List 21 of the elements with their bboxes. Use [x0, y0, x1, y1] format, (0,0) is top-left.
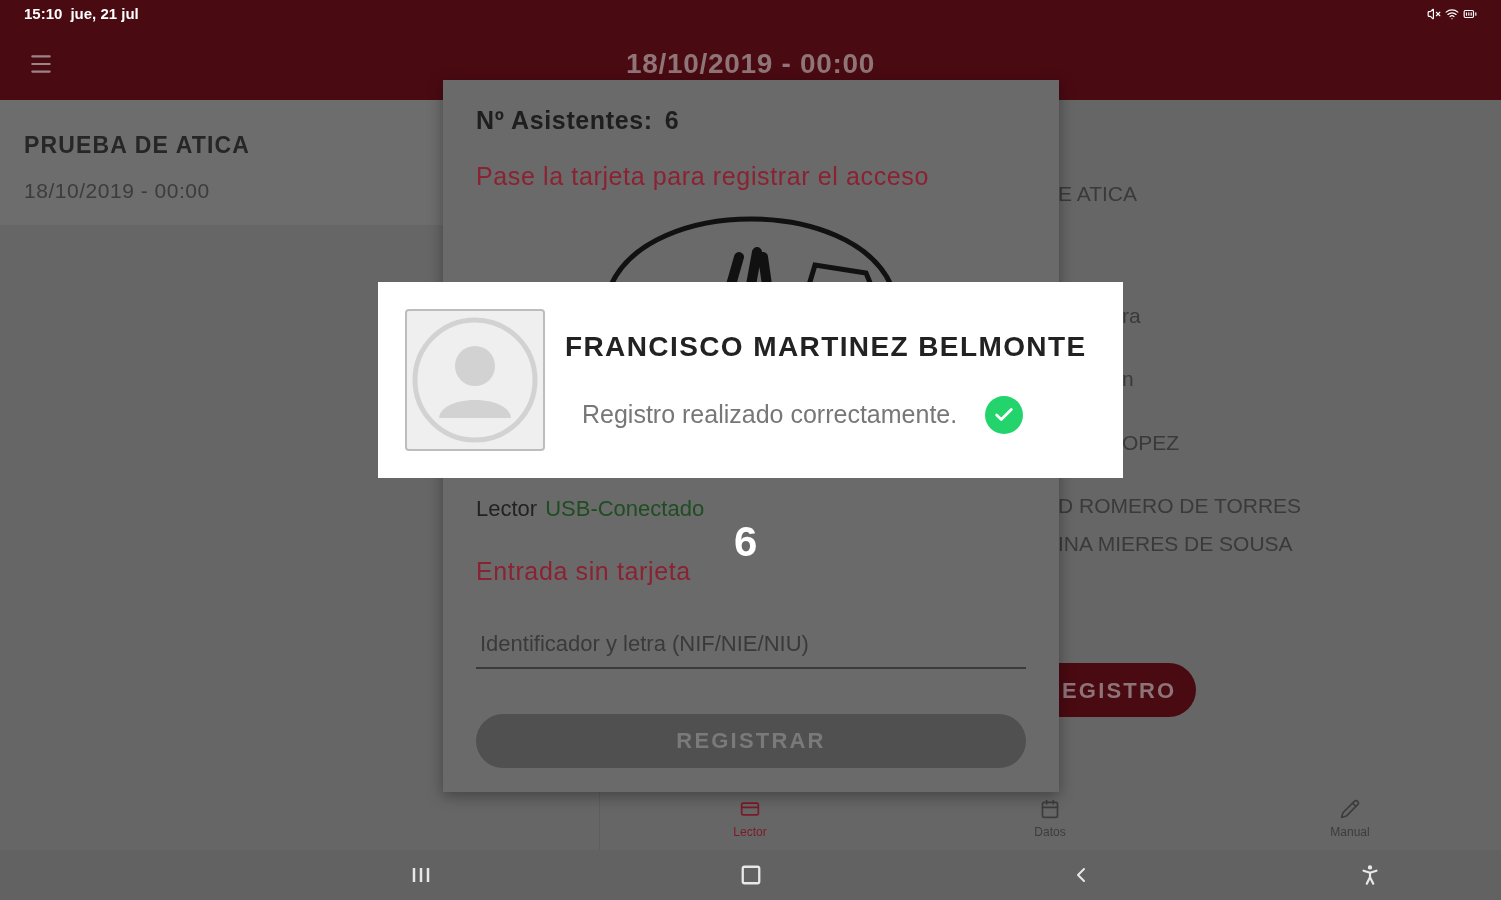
app-bar-title: 18/10/2019 - 00:00	[624, 47, 877, 81]
wifi-icon	[1445, 7, 1459, 21]
reader-status: USB-Conectado	[545, 495, 705, 523]
person-name: FRANCISCO MARTINEZ BELMONTE	[565, 330, 1087, 364]
pencil-icon	[1340, 799, 1360, 819]
manual-entry-title: Entrada sin tarjeta	[476, 556, 692, 587]
nav-tab[interactable]: Lector	[600, 790, 900, 850]
battery-icon	[1463, 7, 1477, 21]
home-icon	[740, 864, 762, 886]
attendees-count: 6	[664, 105, 680, 136]
reader-label: Lector	[476, 495, 538, 523]
mute-icon	[1427, 7, 1441, 21]
recent-apps-icon	[410, 866, 432, 884]
count-number: 6	[734, 517, 758, 567]
status-time: 15:10	[24, 3, 63, 24]
toast-message: Registro realizado correctamente.	[582, 399, 958, 431]
event-title: PRUEBA DE ATICA	[24, 131, 251, 160]
card-icon	[740, 799, 760, 819]
register-button[interactable]: EGISTRO	[1058, 663, 1197, 717]
calendar-icon	[1040, 799, 1060, 819]
status-date: jue, 21 jul	[70, 3, 139, 24]
